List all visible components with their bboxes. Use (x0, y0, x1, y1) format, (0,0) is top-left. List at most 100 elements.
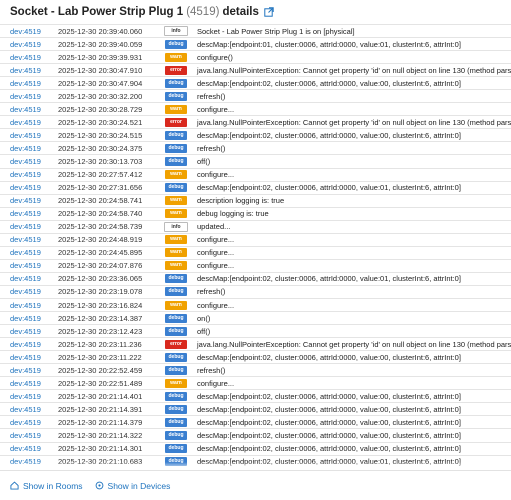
device-link[interactable]: dev:4519 (0, 79, 58, 88)
device-link[interactable]: dev:4519 (0, 27, 58, 36)
device-link[interactable]: dev:4519 (0, 274, 58, 283)
log-level-badge: warn (165, 261, 187, 271)
log-level-badge: warn (165, 104, 187, 114)
device-link[interactable]: dev:4519 (0, 261, 58, 270)
device-link[interactable]: dev:4519 (0, 131, 58, 140)
log-row: dev:4519 2025-12-30 20:24:48.919 warn confi… (0, 232, 511, 246)
log-level-badge: warn (165, 170, 187, 180)
device-link[interactable]: dev:4519 (0, 157, 58, 166)
device-link[interactable]: dev:4519 (0, 392, 58, 401)
log-level-badge: error (165, 339, 187, 349)
device-link[interactable]: dev:4519 (0, 444, 58, 453)
log-message: off() (197, 326, 211, 336)
show-in-rooms-link[interactable]: Show in Rooms (10, 481, 83, 491)
log-message: descMap:[endpoint:02, cluster:0006, attr… (197, 430, 461, 440)
log-level-badge: debug (165, 365, 187, 375)
device-link[interactable]: dev:4519 (0, 418, 58, 427)
log-row: dev:4519 2025-12-30 20:23:12.423 debug off(… (0, 324, 511, 337)
log-level-badge: error (165, 65, 187, 75)
log-timestamp: 2025-12-30 20:21:14.401 (58, 391, 143, 401)
show-in-devices-link[interactable]: Show in Devices (95, 481, 170, 491)
log-level-badge: debug (165, 274, 187, 284)
log-level-cell: debug (157, 287, 195, 297)
log-row: dev:4519 2025-12-30 20:27:57.412 warn confi… (0, 167, 511, 181)
log-level-badge: error (165, 117, 187, 127)
log-timestamp: 2025-12-30 20:30:13.703 (58, 156, 143, 166)
device-link[interactable]: dev:4519 (0, 248, 58, 257)
log-row: dev:4519 2025-12-30 20:30:32.200 debug refr… (0, 89, 511, 102)
log-level-cell: error (157, 339, 195, 349)
log-timestamp: 2025-12-30 20:39:39.931 (58, 52, 143, 62)
log-level-badge: warn (165, 196, 187, 206)
device-link[interactable]: dev:4519 (0, 183, 58, 192)
page-title-suffix: details (222, 6, 259, 18)
log-level-cell: debug (157, 143, 195, 153)
device-link[interactable]: dev:4519 (0, 340, 58, 349)
device-link[interactable]: dev:4519 (0, 353, 58, 362)
log-message: configure... (197, 170, 235, 180)
device-link[interactable]: dev:4519 (0, 222, 58, 231)
log-level-badge: info (164, 221, 188, 232)
log-level-cell: warn (157, 378, 195, 388)
log-level-cell: debug (157, 430, 195, 440)
log-timestamp: 2025-12-30 20:23:11.236 (58, 339, 142, 349)
log-level-cell: debug (157, 39, 195, 49)
device-link[interactable]: dev:4519 (0, 314, 58, 323)
device-link[interactable]: dev:4519 (0, 170, 58, 179)
log-level-cell: warn (157, 235, 195, 245)
log-level-badge: debug (165, 391, 187, 401)
log-message: descMap:[endpoint:02, cluster:0006, attr… (197, 391, 461, 401)
rooms-icon (10, 481, 19, 490)
log-message: configure... (197, 378, 235, 388)
log-level-badge: debug (165, 404, 187, 414)
log-message: java.lang.NullPointerException: Cannot g… (197, 65, 511, 75)
device-link[interactable]: dev:4519 (0, 366, 58, 375)
log-message: updated... (197, 222, 231, 232)
log-row: dev:4519 2025-12-30 20:30:47.910 error java… (0, 63, 511, 76)
log-message: refresh() (197, 91, 226, 101)
device-link[interactable]: dev:4519 (0, 144, 58, 153)
log-row: dev:4519 2025-12-30 20:24:58.741 warn descr… (0, 193, 511, 207)
log-fade (0, 462, 511, 470)
device-link[interactable]: dev:4519 (0, 301, 58, 310)
log-message: description logging is: true (197, 196, 285, 206)
device-link[interactable]: dev:4519 (0, 431, 58, 440)
log-level-badge: debug (165, 430, 187, 440)
device-link[interactable]: dev:4519 (0, 405, 58, 414)
device-link[interactable]: dev:4519 (0, 66, 58, 75)
log-message: descMap:[endpoint:01, cluster:0006, attr… (197, 39, 461, 49)
log-level-badge: warn (165, 378, 187, 388)
log-timestamp: 2025-12-30 20:24:58.739 (58, 222, 143, 232)
external-link-icon[interactable] (264, 7, 274, 17)
log-message: configure... (197, 104, 235, 114)
device-link[interactable]: dev:4519 (0, 209, 58, 218)
device-link[interactable]: dev:4519 (0, 105, 58, 114)
log-message: descMap:[endpoint:02, cluster:0006, attr… (197, 78, 461, 88)
log-level-cell: warn (157, 261, 195, 271)
log-message: refresh() (197, 143, 226, 153)
device-link[interactable]: dev:4519 (0, 379, 58, 388)
devices-icon (95, 481, 104, 490)
device-link[interactable]: dev:4519 (0, 327, 58, 336)
log-level-badge: debug (165, 183, 187, 193)
log-timestamp: 2025-12-30 20:30:47.910 (58, 65, 143, 75)
log-level-cell: warn (157, 248, 195, 258)
device-link[interactable]: dev:4519 (0, 287, 58, 296)
log-message: descMap:[endpoint:02, cluster:0006, attr… (197, 130, 461, 140)
event-count: (4519) (186, 6, 220, 18)
device-link[interactable]: dev:4519 (0, 235, 58, 244)
log-level-badge: warn (165, 52, 187, 62)
log-level-cell: error (157, 117, 195, 127)
log-row: dev:4519 2025-12-30 20:30:28.729 warn confi… (0, 102, 511, 115)
device-link[interactable]: dev:4519 (0, 196, 58, 205)
device-link[interactable]: dev:4519 (0, 118, 58, 127)
log-message: refresh() (197, 287, 226, 297)
log-timestamp: 2025-12-30 20:23:11.222 (58, 352, 142, 362)
log-level-cell: debug (157, 183, 195, 193)
log-level-cell: debug (157, 78, 195, 88)
log-row: dev:4519 2025-12-30 20:30:13.703 debug off(… (0, 154, 511, 167)
device-link[interactable]: dev:4519 (0, 53, 58, 62)
device-link[interactable]: dev:4519 (0, 92, 58, 101)
log-level-cell: warn (157, 209, 195, 219)
device-link[interactable]: dev:4519 (0, 40, 58, 49)
